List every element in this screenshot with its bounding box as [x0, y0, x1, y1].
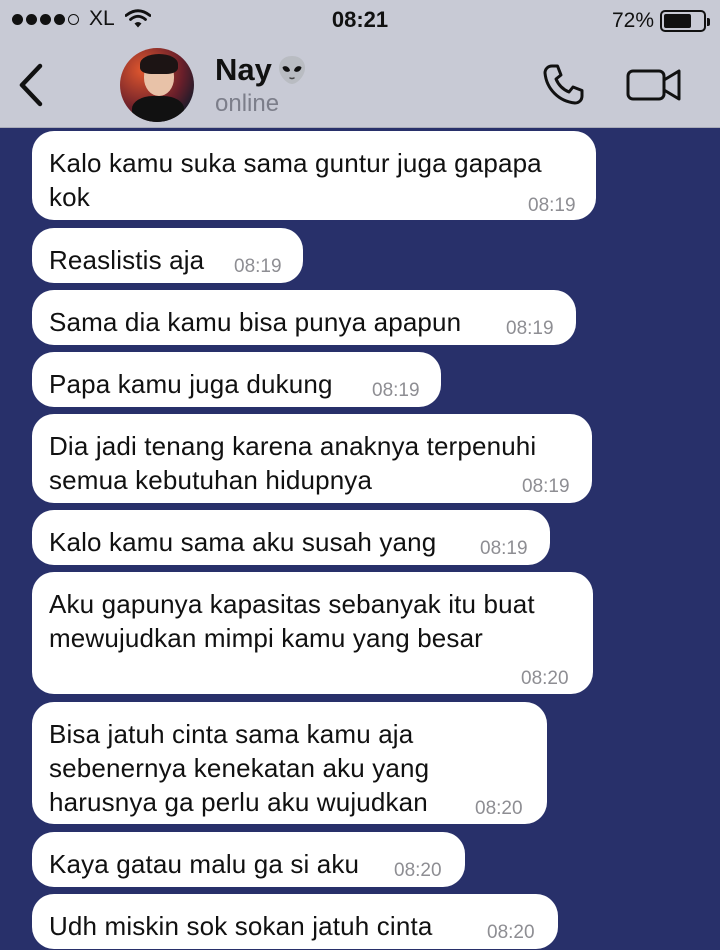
- status-right: 72%: [611, 9, 710, 33]
- message-bubble[interactable]: Udh miskin sok sokan jatuh cinta 08:20: [32, 894, 558, 949]
- battery-icon: [660, 10, 710, 32]
- message-text: Papa kamu juga dukung: [49, 369, 333, 399]
- message-text: Udh miskin sok sokan jatuh cinta: [49, 911, 433, 941]
- contact-status: online: [215, 90, 280, 117]
- message-time: 08:19: [522, 476, 570, 497]
- message-bubble[interactable]: Aku gapunya kapasitas sebanyak itu buat …: [32, 572, 593, 694]
- message-text: Reaslistis aja: [49, 245, 205, 275]
- message-bubble[interactable]: Reaslistis aja 08:19: [32, 228, 303, 283]
- message-bubble[interactable]: Bisa jatuh cinta sama kamu aja sebenerny…: [32, 702, 547, 824]
- message-text: Kalo kamu sama aku susah yang: [49, 527, 437, 557]
- message-text: Bisa jatuh cinta sama kamu aja sebenerny…: [49, 719, 430, 817]
- message-bubble[interactable]: Papa kamu juga dukung 08:19: [32, 352, 441, 407]
- battery-fill: [664, 14, 692, 28]
- message-text: Dia jadi tenang karena anaknya terpenuhi…: [49, 431, 537, 495]
- message-bubble[interactable]: Kalo kamu sama aku susah yang 08:19: [32, 510, 550, 565]
- message-text: Kaya gatau malu ga si aku: [49, 849, 360, 879]
- message-text: Sama dia kamu bisa punya apapun: [49, 307, 462, 337]
- message-text: Kalo kamu suka sama guntur juga gapapa k…: [49, 148, 542, 212]
- message-time: 08:20: [394, 860, 442, 881]
- video-camera-icon[interactable]: [626, 66, 682, 104]
- avatar-body: [132, 96, 184, 122]
- message-time: 08:20: [521, 668, 569, 689]
- message-bubble[interactable]: Dia jadi tenang karena anaknya terpenuhi…: [32, 414, 592, 503]
- avatar[interactable]: [120, 48, 194, 122]
- message-bubble[interactable]: Sama dia kamu bisa punya apapun 08:19: [32, 290, 576, 345]
- avatar-hair: [140, 54, 178, 74]
- message-time: 08:19: [528, 195, 576, 216]
- battery-cap: [707, 18, 710, 26]
- message-text: Aku gapunya kapasitas sebanyak itu buat …: [49, 589, 535, 653]
- battery-percent: 72%: [611, 9, 654, 32]
- message-time: 08:19: [372, 380, 420, 401]
- message-time: 08:19: [506, 318, 554, 339]
- message-bubble[interactable]: Kaya gatau malu ga si aku 08:20: [32, 832, 465, 887]
- message-bubble[interactable]: Kalo kamu suka sama guntur juga gapapa k…: [32, 131, 596, 220]
- alien-emoji-icon: [278, 56, 305, 84]
- contact-name: Nay: [215, 52, 272, 87]
- contact-name-row[interactable]: Nay: [215, 52, 308, 88]
- status-bar: XL 08:21 72%: [0, 0, 720, 44]
- message-list[interactable]: Kalo kamu suka sama guntur juga gapapa k…: [0, 128, 720, 950]
- chat-header: Nay online: [0, 44, 720, 128]
- phone-icon[interactable]: [540, 62, 586, 108]
- message-time: 08:19: [480, 538, 528, 559]
- chevron-left-icon[interactable]: [14, 62, 50, 108]
- message-time: 08:20: [475, 798, 523, 819]
- message-time: 08:20: [487, 922, 535, 943]
- message-time: 08:19: [234, 256, 282, 277]
